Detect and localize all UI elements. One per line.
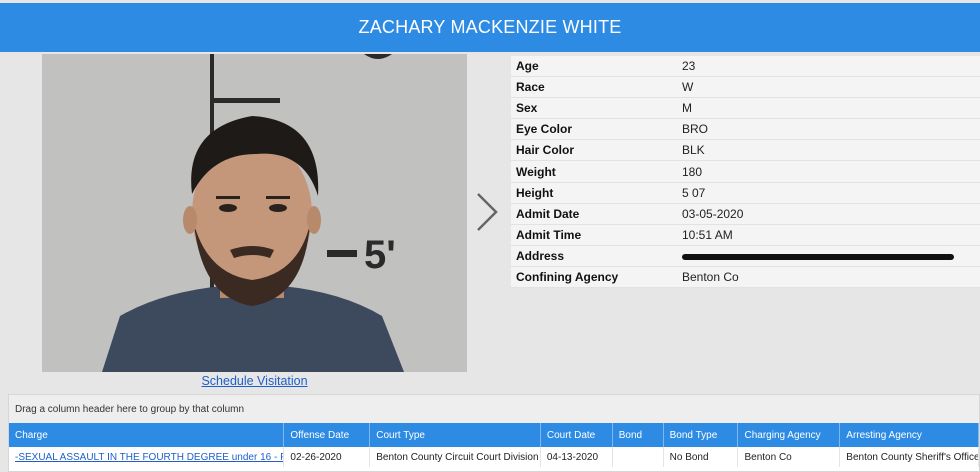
- detail-value: Benton Co: [682, 269, 739, 284]
- table-row: -SEXUAL ASSAULT IN THE FOURTH DEGREE und…: [9, 447, 979, 467]
- detail-row-confining-agency: Confining Agency Benton Co: [511, 266, 980, 289]
- inmate-name-header: ZACHARY MACKENZIE WHITE: [0, 3, 980, 52]
- next-arrow-icon[interactable]: [472, 190, 502, 234]
- detail-label: Sex: [516, 101, 538, 116]
- column-header-court-date[interactable]: Court Date: [541, 423, 613, 447]
- column-header-charge[interactable]: Charge: [9, 423, 285, 447]
- detail-row-sex: Sex M: [511, 98, 980, 120]
- detail-label: Age: [516, 59, 539, 74]
- charge-cell: -SEXUAL ASSAULT IN THE FOURTH DEGREE und…: [9, 447, 285, 467]
- detail-value: 23: [682, 59, 696, 74]
- detail-row-hair-color: Hair Color BLK: [511, 140, 980, 162]
- group-by-drop-zone[interactable]: Drag a column header here to group by th…: [9, 395, 979, 423]
- mugshot-photo: 5': [42, 54, 467, 372]
- detail-label: Height: [516, 185, 554, 200]
- detail-value: M: [682, 101, 692, 116]
- court-date-cell: 04-13-2020: [541, 447, 613, 467]
- inmate-details-table: Age 23 Race W Sex M Eye Color BRO Hair C…: [511, 56, 980, 289]
- column-header-offense-date[interactable]: Offense Date: [284, 423, 371, 447]
- wall-marker: 5': [364, 233, 396, 277]
- detail-value: W: [682, 80, 694, 95]
- detail-value: 03-05-2020: [682, 206, 744, 221]
- bond-cell: [613, 447, 664, 467]
- schedule-visitation-link[interactable]: Schedule Visitation: [42, 374, 467, 388]
- charge-link[interactable]: -SEXUAL ASSAULT IN THE FOURTH DEGREE und…: [15, 452, 283, 463]
- detail-row-admit-time: Admit Time 10:51 AM: [511, 224, 980, 246]
- column-header-bond-type[interactable]: Bond Type: [664, 423, 739, 447]
- detail-label: Eye Color: [516, 122, 573, 137]
- offense-date-cell: 02-26-2020: [284, 447, 371, 467]
- detail-value: 180: [682, 164, 703, 179]
- detail-row-race: Race W: [511, 77, 980, 99]
- detail-label: Race: [516, 80, 545, 95]
- detail-label: Weight: [516, 164, 556, 179]
- detail-row-eye-color: Eye Color BRO: [511, 119, 980, 141]
- detail-row-height: Height 5 07: [511, 182, 980, 204]
- charges-grid: Drag a column header here to group by th…: [8, 394, 980, 472]
- bond-type-cell: No Bond: [664, 447, 739, 467]
- detail-row-weight: Weight 180: [511, 161, 980, 183]
- mugshot-image: 5': [42, 54, 467, 372]
- grid-header-row: Charge Offense Date Court Type Court Dat…: [9, 423, 979, 447]
- detail-row-admit-date: Admit Date 03-05-2020: [511, 203, 980, 225]
- detail-label: Address: [516, 248, 565, 263]
- detail-value: 5 07: [682, 185, 706, 200]
- column-header-bond[interactable]: Bond: [613, 423, 664, 447]
- address-redaction: [682, 253, 954, 260]
- inmate-name: ZACHARY MACKENZIE WHITE: [358, 17, 622, 37]
- detail-value: [682, 249, 980, 263]
- column-header-arresting-agency[interactable]: Arresting Agency: [840, 423, 979, 447]
- detail-value: BRO: [682, 122, 709, 137]
- detail-label: Confining Agency: [516, 269, 619, 284]
- arresting-agency-cell: Benton County Sheriff's Office -: [840, 447, 979, 467]
- detail-value: 10:51 AM: [682, 227, 733, 242]
- column-header-court-type[interactable]: Court Type: [370, 423, 541, 447]
- detail-value: BLK: [682, 143, 705, 158]
- detail-row-age: Age 23: [511, 56, 980, 78]
- column-header-charging-agency[interactable]: Charging Agency: [738, 423, 841, 447]
- court-type-cell: Benton County Circuit Court Division II: [370, 447, 541, 467]
- detail-label: Hair Color: [516, 143, 575, 158]
- charging-agency-cell: Benton Co: [738, 447, 841, 467]
- detail-row-address: Address: [511, 245, 980, 267]
- detail-label: Admit Date: [516, 206, 580, 221]
- detail-label: Admit Time: [516, 227, 582, 242]
